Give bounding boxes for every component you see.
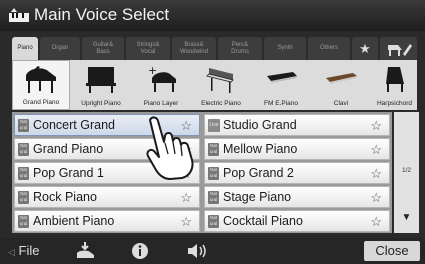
tab-piano[interactable]: Piano: [12, 37, 38, 60]
voice-name: Grand Piano: [33, 142, 104, 156]
natural-badge: Nat ural: [208, 167, 219, 180]
close-button[interactable]: Close: [364, 241, 420, 261]
tab-perc-drums[interactable]: Perc& Drums: [218, 37, 262, 60]
file-arrow-icon: ◁: [8, 247, 15, 257]
voice-name: Mellow Piano: [223, 142, 298, 156]
voice-item[interactable]: Nat ural Mellow Piano ☆: [204, 138, 390, 160]
voice-item[interactable]: Nat ural Cocktail Piano ☆: [204, 210, 390, 232]
voice-item[interactable]: Live Studio Grand ☆: [204, 114, 390, 136]
category-tabs: Piano Organ Guitar& Bass Strings& Vocal …: [12, 37, 417, 60]
voice-name: Rock Piano: [33, 190, 97, 204]
tab-synth[interactable]: Synth: [264, 37, 306, 60]
file-label: File: [18, 243, 40, 258]
natural-badge: Nat ural: [18, 167, 29, 180]
subcategory-clavi[interactable]: Clavi: [312, 60, 370, 110]
voice-item[interactable]: Nat ural Stage Piano ☆: [204, 186, 390, 208]
voice-name: Pop Grand 1: [33, 166, 104, 180]
tab-organ[interactable]: Organ: [40, 37, 80, 60]
harpsichord-icon: [385, 67, 404, 92]
star-icon[interactable]: ☆: [370, 214, 382, 230]
natural-badge: Nat ural: [18, 191, 29, 204]
subcategory-grand-piano[interactable]: Grand Piano: [12, 60, 70, 110]
natural-badge: Nat ural: [208, 215, 219, 228]
piano-layer-icon: +: [148, 64, 176, 92]
pointing-hand-icon: [146, 116, 194, 180]
voice-name: Cocktail Piano: [223, 214, 303, 228]
subcategory-label: Harpsichord: [376, 100, 413, 107]
subcategory-label: Electric Piano: [201, 100, 241, 107]
grand-piano-icon: [26, 66, 56, 93]
subcategory-label: Upright Piano: [81, 100, 121, 107]
subcategory-label: Clavi: [333, 100, 349, 107]
subcategory-label: Piano Layer: [143, 100, 179, 107]
star-icon[interactable]: ☆: [370, 118, 382, 134]
tab-strings-vocal[interactable]: Strings& Vocal: [126, 37, 170, 60]
subcategory-fm-epiano[interactable]: FM E.Piano: [252, 60, 310, 110]
subcategory-electric-piano[interactable]: Electric Piano: [192, 60, 250, 110]
voice-name: Ambient Piano: [33, 214, 115, 228]
file-button[interactable]: ◁ File: [8, 243, 40, 258]
natural-badge: Nat ural: [18, 143, 29, 156]
voice-name: Studio Grand: [223, 118, 297, 132]
natural-badge: Nat ural: [18, 119, 29, 132]
info-icon[interactable]: [130, 241, 150, 261]
subcategory-upright-piano[interactable]: Upright Piano: [72, 60, 130, 110]
star-icon[interactable]: ☆: [370, 166, 382, 182]
speaker-icon[interactable]: [185, 241, 209, 261]
page-panel: 1/2 ▼: [394, 112, 419, 233]
upright-piano-icon: [86, 67, 116, 93]
star-icon[interactable]: ☆: [370, 142, 382, 158]
piano-keys-icon: [9, 8, 29, 22]
voice-name: Pop Grand 2: [223, 166, 294, 180]
page-title: Main Voice Select: [34, 5, 170, 24]
star-icon[interactable]: ☆: [370, 190, 382, 206]
star-icon[interactable]: ☆: [180, 214, 192, 230]
subcategory-piano-layer[interactable]: + Piano Layer: [132, 60, 190, 110]
voice-item[interactable]: Nat ural Rock Piano ☆: [14, 186, 200, 208]
title-bar: Main Voice Select: [0, 0, 425, 31]
natural-badge: Nat ural: [208, 191, 219, 204]
page-indicator: 1/2: [401, 167, 412, 174]
star-icon[interactable]: ☆: [180, 190, 192, 206]
subcategory-harpsichord[interactable]: Harpsichord: [372, 60, 417, 110]
voice-name: Concert Grand: [33, 118, 115, 132]
subcategory-label: FM E.Piano: [264, 100, 298, 107]
page-down-button[interactable]: ▼: [394, 212, 419, 230]
fm-epiano-icon: [267, 72, 297, 83]
user-piano-edit-icon[interactable]: [380, 37, 417, 60]
tab-others[interactable]: Others: [308, 37, 350, 60]
favorite-star-icon[interactable]: ★: [352, 37, 378, 60]
voice-item[interactable]: Nat ural Ambient Piano ☆: [14, 210, 200, 232]
subcategory-strip: Grand Piano Upright Piano + Piano Layer …: [12, 60, 417, 110]
piano-download-icon[interactable]: [74, 241, 96, 261]
voice-name: Stage Piano: [223, 190, 292, 204]
live-badge: Live: [208, 119, 220, 132]
tab-guitar-bass[interactable]: Guitar& Bass: [82, 37, 124, 60]
electric-piano-icon: [206, 68, 234, 93]
clavi-icon: [326, 73, 357, 84]
natural-badge: Nat ural: [18, 215, 29, 228]
voice-item[interactable]: Nat ural Pop Grand 2 ☆: [204, 162, 390, 184]
natural-badge: Nat ural: [208, 143, 219, 156]
bottom-bar: ◁ File Close: [0, 238, 425, 264]
voice-list: Nat ural Concert Grand ☆ Nat ural Grand …: [12, 112, 392, 233]
subcategory-label: Grand Piano: [22, 99, 60, 106]
tab-brass-woodwind[interactable]: Brass& Woodwind: [172, 37, 216, 60]
